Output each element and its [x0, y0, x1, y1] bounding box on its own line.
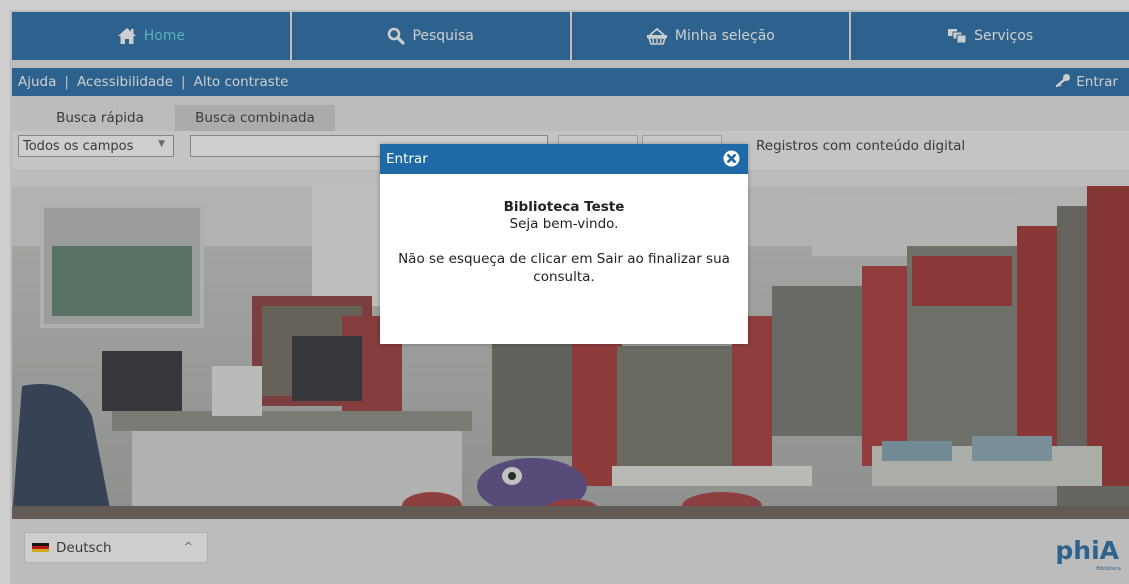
library-name: Biblioteca Teste [503, 199, 625, 215]
dialog-header: Entrar [380, 144, 748, 174]
dialog-title: Entrar [386, 151, 428, 167]
close-icon[interactable] [723, 150, 740, 167]
welcome-text: Seja bem-vindo. [509, 216, 619, 232]
dialog-body: Biblioteca Teste Seja bem-vindo. Não se … [380, 199, 748, 286]
logout-reminder: Não se esqueça de clicar em Sair ao fina… [398, 251, 730, 285]
login-dialog: Entrar Biblioteca Teste Seja bem-vindo. … [380, 144, 748, 344]
